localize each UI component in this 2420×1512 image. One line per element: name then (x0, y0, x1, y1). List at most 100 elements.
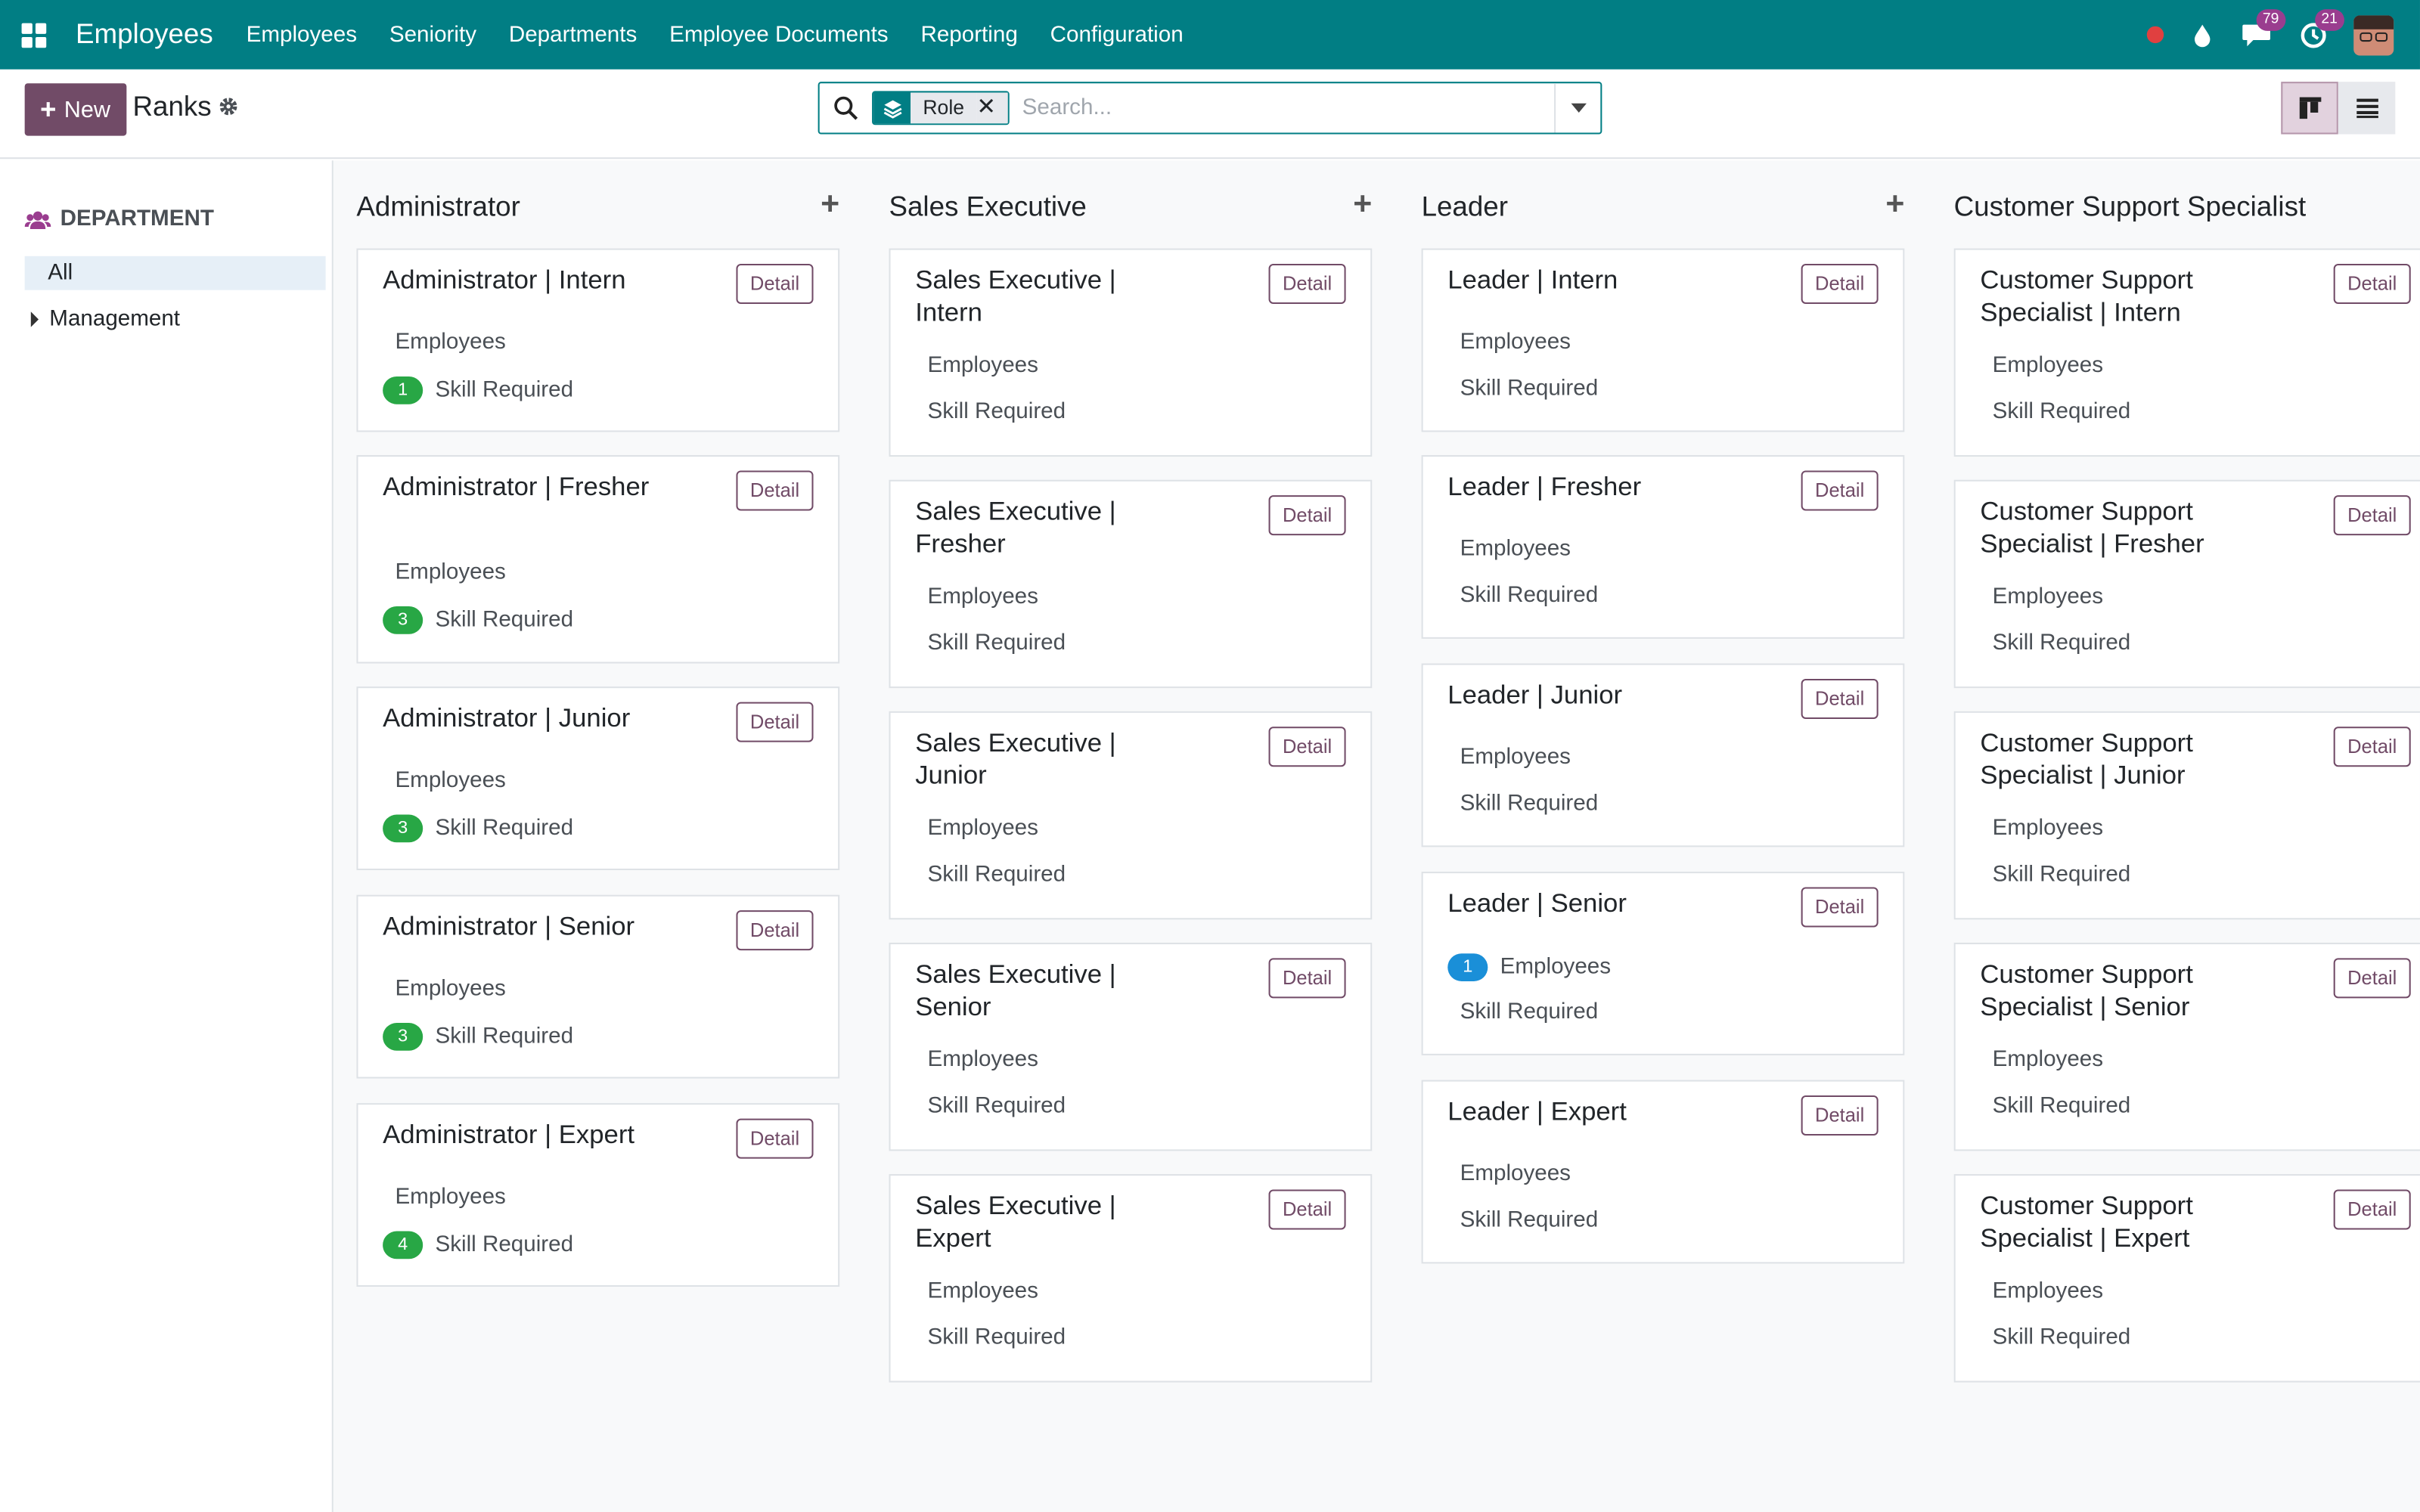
detail-button[interactable]: Detail (2333, 958, 2411, 999)
detail-button[interactable]: Detail (736, 702, 814, 742)
employees-row[interactable]: Employees (1980, 584, 2103, 609)
employees-row[interactable]: Employees (915, 1279, 1038, 1304)
employees-row[interactable]: Employees (915, 1048, 1038, 1073)
kanban-card[interactable]: Administrator | Expert Detail Employees 4 Sk… (356, 1103, 840, 1287)
skill-row[interactable]: 1 Skill Required (383, 376, 573, 404)
detail-button[interactable]: Detail (736, 263, 814, 305)
kanban-card[interactable]: Sales Executive | Junior Detail Employees S… (889, 711, 1373, 920)
kanban-card[interactable]: Leader | Intern Detail Employees Skill Requ… (1421, 248, 1905, 432)
record-dot-icon[interactable] (2146, 26, 2164, 44)
skill-row[interactable]: Skill Required (1980, 1325, 2131, 1350)
chat-icon[interactable]: 79 (2241, 9, 2285, 48)
app-name[interactable]: Employees (76, 18, 213, 51)
menu-reporting[interactable]: Reporting (904, 23, 1034, 48)
detail-button[interactable]: Detail (1801, 678, 1879, 720)
skill-row[interactable]: Skill Required (915, 1325, 1066, 1350)
employees-row[interactable]: Employees (1447, 1162, 1571, 1187)
kanban-card[interactable]: Sales Executive | Intern Detail Employees S… (889, 248, 1373, 457)
employees-row[interactable]: Employees (915, 353, 1038, 378)
employees-row[interactable]: Employees (1447, 745, 1571, 770)
employees-row[interactable]: Employees (1980, 1048, 2103, 1073)
kanban-card[interactable]: Customer Support Specialist | Senior Deta… (1953, 942, 2420, 1151)
new-button[interactable]: + New (24, 83, 126, 136)
employees-row[interactable]: Employees (383, 330, 505, 355)
detail-button[interactable]: Detail (736, 910, 814, 951)
user-avatar[interactable] (2353, 14, 2394, 55)
kanban-card[interactable]: Leader | Expert Detail Employees Skill Requ… (1421, 1080, 1905, 1264)
skill-row[interactable]: Skill Required (1980, 631, 2131, 656)
skill-row[interactable]: Skill Required (915, 631, 1066, 656)
detail-button[interactable]: Detail (1268, 263, 1346, 305)
employees-row[interactable]: Employees (383, 1185, 505, 1210)
employees-row[interactable]: Employees (1447, 537, 1571, 562)
apps-grid-icon[interactable] (0, 0, 68, 70)
department-management[interactable]: Management (30, 307, 180, 332)
employees-row[interactable]: Employees (1980, 816, 2103, 841)
kanban-card[interactable]: Leader | Fresher Detail Employees Skill Req… (1421, 455, 1905, 639)
kanban-card[interactable]: Customer Support Specialist | Junior Deta… (1953, 711, 2420, 920)
gear-icon[interactable] (218, 96, 240, 124)
kanban-card[interactable]: Administrator | Fresher Detail Employees 3 S… (356, 455, 840, 664)
employees-row[interactable]: 1 Employees (1447, 953, 1611, 981)
list-view-button[interactable] (2338, 82, 2396, 135)
employees-row[interactable]: Employees (383, 977, 505, 1002)
menu-seniority[interactable]: Seniority (373, 23, 492, 48)
kanban-card[interactable]: Administrator | Senior Detail Employees 3 Sk… (356, 894, 840, 1079)
skill-row[interactable]: Skill Required (915, 863, 1066, 888)
employees-row[interactable]: Employees (383, 560, 505, 585)
detail-button[interactable]: Detail (1268, 727, 1346, 767)
kanban-card[interactable]: Customer Support Specialist | Expert Deta… (1953, 1174, 2420, 1383)
kanban-card[interactable]: Leader | Junior Detail Employees Skill Requ… (1421, 663, 1905, 847)
kanban-card[interactable]: Customer Support Specialist | Intern Deta… (1953, 248, 2420, 457)
column-add-icon[interactable]: + (1885, 187, 1904, 224)
skill-row[interactable]: 4 Skill Required (383, 1231, 573, 1259)
kanban-card[interactable]: Administrator | Junior Detail Employees 3 Sk… (356, 686, 840, 871)
employees-row[interactable]: Employees (1980, 353, 2103, 378)
skill-row[interactable]: Skill Required (1980, 863, 2131, 888)
detail-button[interactable]: Detail (1801, 470, 1879, 511)
detail-button[interactable]: Detail (1801, 887, 1879, 928)
skill-row[interactable]: Skill Required (915, 400, 1066, 425)
droplet-icon[interactable] (2192, 23, 2214, 48)
skill-row[interactable]: Skill Required (1447, 376, 1599, 401)
kanban-card[interactable]: Sales Executive | Fresher Detail Employees… (889, 479, 1373, 689)
skill-row[interactable]: Skill Required (915, 1094, 1066, 1119)
employees-row[interactable]: Employees (383, 768, 505, 793)
menu-employee-documents[interactable]: Employee Documents (653, 23, 904, 48)
employees-row[interactable]: Employees (1447, 330, 1571, 355)
detail-button[interactable]: Detail (1801, 1095, 1879, 1136)
detail-button[interactable]: Detail (1801, 263, 1879, 305)
skill-row[interactable]: Skill Required (1980, 1094, 2131, 1119)
activity-clock-icon[interactable]: 21 (2300, 8, 2344, 49)
employees-row[interactable]: Employees (1980, 1279, 2103, 1304)
kanban-view-button[interactable] (2281, 82, 2338, 135)
skill-row[interactable]: 3 Skill Required (383, 1023, 573, 1051)
detail-button[interactable]: Detail (2333, 495, 2411, 536)
detail-button[interactable]: Detail (1268, 495, 1346, 536)
kanban-card[interactable]: Sales Executive | Expert Detail Employees S… (889, 1174, 1373, 1383)
skill-row[interactable]: Skill Required (1447, 1208, 1599, 1233)
skill-row[interactable]: Skill Required (1447, 999, 1599, 1024)
search-input[interactable] (1022, 95, 1532, 121)
department-all[interactable]: All (24, 256, 326, 290)
menu-departments[interactable]: Departments (492, 23, 653, 48)
kanban-card[interactable]: Administrator | Intern Detail Employees 1 Sk… (356, 248, 840, 432)
menu-configuration[interactable]: Configuration (1034, 23, 1199, 48)
column-add-icon[interactable]: + (821, 187, 839, 224)
detail-button[interactable]: Detail (2333, 727, 2411, 767)
kanban-card[interactable]: Customer Support Specialist | Fresher Det… (1953, 479, 2420, 689)
kanban-card[interactable]: Sales Executive | Senior Detail Employees S… (889, 942, 1373, 1151)
detail-button[interactable]: Detail (1268, 958, 1346, 999)
detail-button[interactable]: Detail (1268, 1189, 1346, 1230)
skill-row[interactable]: Skill Required (1980, 400, 2131, 425)
detail-button[interactable]: Detail (2333, 1189, 2411, 1230)
menu-employees[interactable]: Employees (230, 23, 373, 48)
employees-row[interactable]: Employees (915, 816, 1038, 841)
detail-button[interactable]: Detail (736, 470, 814, 511)
detail-button[interactable]: Detail (736, 1118, 814, 1159)
employees-row[interactable]: Employees (915, 584, 1038, 609)
column-add-icon[interactable]: + (1353, 187, 1372, 224)
skill-row[interactable]: 3 Skill Required (383, 814, 573, 843)
skill-row[interactable]: 3 Skill Required (383, 606, 573, 634)
search-icon[interactable] (820, 83, 872, 132)
